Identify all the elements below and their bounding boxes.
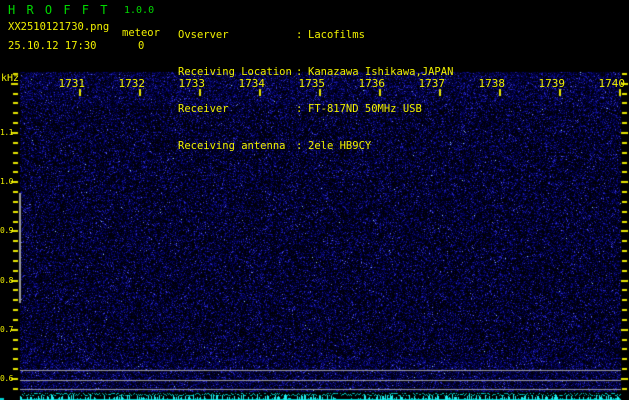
- app-version: 1.0.0: [124, 5, 155, 16]
- output-filename: XX2510121730.png: [8, 21, 110, 33]
- observation-datetime: 25.10.12 17:30: [8, 40, 97, 52]
- station-info-label: Receiver: [178, 103, 229, 115]
- station-info-separator: :: [296, 103, 303, 115]
- app-title: H R O F F T: [8, 3, 110, 17]
- time-tick-label: 1735: [298, 77, 326, 90]
- hrofft-window: H R O F F T 1.0.0 XX2510121730.png meteo…: [0, 0, 629, 400]
- time-tick-label: 1736: [358, 77, 386, 90]
- freq-tick-label: 1.0: [0, 177, 13, 186]
- freq-axis-unit-label: kHz: [1, 73, 20, 84]
- time-tick-label: 1733: [178, 77, 206, 90]
- hourly-echo-count: 0: [138, 40, 145, 52]
- station-info-row: Receiving antenna : 2ele HB9CY: [178, 140, 453, 153]
- freq-tick-label: 0.8: [0, 276, 13, 285]
- station-info-label: Ovserver: [178, 29, 229, 41]
- time-tick-label: 1731: [58, 77, 86, 90]
- station-info-value: 2ele HB9CY: [308, 140, 372, 152]
- time-tick-label: 1734: [238, 77, 266, 90]
- station-info-value: FT-817ND 50MHz USB: [308, 103, 422, 115]
- station-info-label: Receiving antenna: [178, 140, 286, 152]
- time-tick-label: 1737: [418, 77, 446, 90]
- station-info-separator: :: [296, 140, 303, 152]
- time-tick-label: 1740: [598, 77, 626, 90]
- station-info-row: Receiver : FT-817ND 50MHz USB: [178, 103, 453, 116]
- station-info-value: Lacofilms: [308, 29, 365, 41]
- station-info: Ovserver : Lacofilms Receiving Location …: [178, 5, 453, 177]
- freq-tick-label: 0.9: [0, 226, 13, 235]
- freq-tick-label: 0.7: [0, 325, 13, 334]
- time-tick-label: 1738: [478, 77, 506, 90]
- freq-tick-label: 1.1: [0, 128, 13, 137]
- time-tick-label: 1739: [538, 77, 566, 90]
- station-info-separator: :: [296, 29, 303, 41]
- station-info-row: Ovserver : Lacofilms: [178, 29, 453, 42]
- freq-tick-label: 0.6: [0, 374, 13, 383]
- time-tick-label: 1732: [118, 77, 146, 90]
- observation-mode: meteor: [122, 27, 160, 39]
